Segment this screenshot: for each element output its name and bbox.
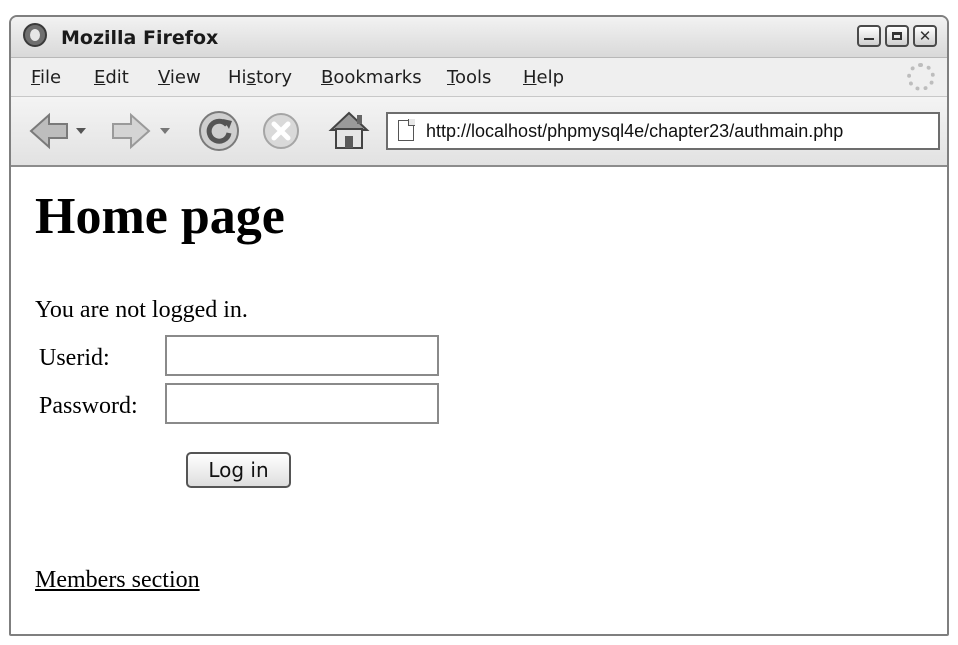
password-label: Password: — [39, 393, 138, 419]
menu-tools[interactable]: Tools — [447, 67, 491, 88]
password-input[interactable] — [165, 383, 439, 424]
back-dropdown-icon[interactable] — [75, 127, 87, 135]
userid-label: Userid: — [39, 345, 110, 371]
address-bar[interactable]: http://localhost/phpmysql4e/chapter23/au… — [386, 112, 940, 150]
login-button[interactable]: Log in — [186, 452, 291, 488]
firefox-icon — [23, 23, 47, 47]
minimize-icon[interactable] — [857, 25, 881, 47]
stop-icon[interactable] — [261, 111, 301, 151]
browser-window: Mozilla Firefox ✕ File Edit View History… — [9, 15, 949, 636]
login-status-text: You are not logged in. — [35, 297, 248, 323]
userid-input[interactable] — [165, 335, 439, 376]
menu-history[interactable]: History — [228, 67, 292, 88]
window-title: Mozilla Firefox — [61, 27, 219, 49]
navigation-toolbar: http://localhost/phpmysql4e/chapter23/au… — [11, 97, 947, 167]
window-controls: ✕ — [857, 25, 937, 47]
page-content: Home page You are not logged in. Userid:… — [11, 167, 947, 634]
reload-icon[interactable] — [197, 109, 241, 153]
page-icon — [398, 119, 415, 141]
menu-bar: File Edit View History Bookmarks Tools H… — [11, 58, 947, 97]
menu-file[interactable]: File — [31, 67, 61, 88]
title-bar[interactable]: Mozilla Firefox ✕ — [11, 17, 947, 58]
url-text[interactable]: http://localhost/phpmysql4e/chapter23/au… — [426, 121, 843, 142]
close-icon[interactable]: ✕ — [913, 25, 937, 47]
menu-edit[interactable]: Edit — [94, 67, 129, 88]
menu-bookmarks[interactable]: Bookmarks — [321, 67, 422, 88]
maximize-icon[interactable] — [885, 25, 909, 47]
forward-icon[interactable] — [109, 111, 153, 151]
back-icon[interactable] — [27, 111, 71, 151]
page-heading: Home page — [35, 188, 285, 245]
menu-help[interactable]: Help — [523, 67, 564, 88]
forward-dropdown-icon[interactable] — [159, 127, 171, 135]
menu-view[interactable]: View — [158, 67, 201, 88]
throbber-icon — [907, 63, 935, 91]
members-section-link[interactable]: Members section — [35, 567, 200, 594]
home-icon[interactable] — [327, 108, 371, 152]
